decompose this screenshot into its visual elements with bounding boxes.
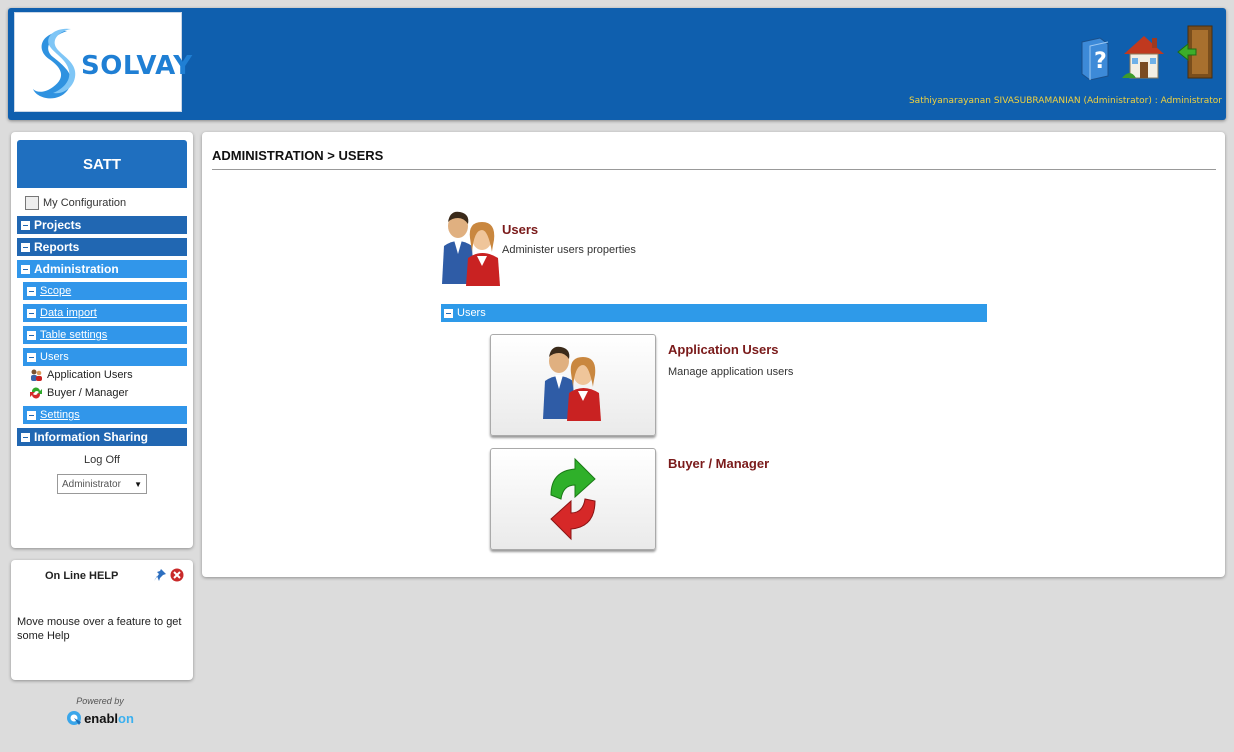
expand-icon (27, 286, 36, 296)
menu-scope-label: Scope (40, 285, 72, 297)
app-header: SOLVAY ? Sathiyanarayanan SIVASUBRAMANIA… (8, 8, 1226, 120)
help-icon[interactable]: ? (1078, 36, 1112, 80)
section-title: Users (502, 222, 539, 237)
menu-administration-label: Administration (34, 262, 119, 276)
main-panel: ADMINISTRATION > USERS Users Administer … (202, 132, 1225, 577)
menu-settings[interactable]: Settings (23, 406, 187, 424)
sidebar-title: SATT (17, 140, 187, 188)
application-users-tile[interactable] (490, 334, 656, 436)
expand-icon (21, 220, 30, 230)
online-help-panel: On Line HELP Move mouse over a feature t… (11, 560, 193, 680)
menu-users[interactable]: Users (23, 348, 187, 366)
configuration-icon (25, 196, 39, 210)
solvay-logo[interactable]: SOLVAY (14, 12, 192, 112)
my-configuration-label: My Configuration (43, 197, 127, 209)
menu-projects-label: Projects (34, 218, 82, 232)
enablon-wordmark-prefix: enabl (84, 710, 119, 726)
expand-icon (27, 410, 36, 420)
application-users-description: Manage application users (668, 366, 794, 378)
svg-text:?: ? (1094, 49, 1107, 74)
menu-data-import[interactable]: Data import (23, 304, 187, 322)
collapse-icon (444, 308, 453, 318)
menu-settings-label: Settings (40, 409, 80, 421)
users-group-label: Users (457, 307, 486, 319)
enablon-logo: enablon (60, 710, 140, 726)
users-icon (31, 369, 42, 381)
log-off-link[interactable]: Log Off (11, 454, 193, 466)
menu-projects[interactable]: Projects (17, 216, 187, 234)
enablon-logo-icon (67, 711, 82, 725)
application-users-title[interactable]: Application Users (668, 342, 779, 357)
menu-information-sharing[interactable]: Information Sharing (17, 428, 187, 446)
enablon-wordmark: enablon (84, 711, 134, 726)
expand-icon (21, 242, 30, 252)
breadcrumb: ADMINISTRATION > USERS (212, 148, 1216, 170)
left-navigation: SATT My Configuration Projects Reports A… (11, 132, 193, 548)
menu-data-import-label: Data import (40, 307, 97, 319)
role-select[interactable]: Administrator ▼ (57, 474, 147, 494)
close-icon[interactable] (170, 568, 184, 582)
sidebar-item-label: Application Users (47, 369, 133, 381)
sidebar-item-label: Buyer / Manager (47, 387, 129, 399)
sidebar-item-buyer-manager[interactable]: Buyer / Manager (11, 384, 193, 402)
menu-table-settings[interactable]: Table settings (23, 326, 187, 344)
menu-users-label: Users (40, 351, 69, 363)
sidebar-item-application-users[interactable]: Application Users (11, 366, 193, 384)
role-select-value: Administrator (62, 478, 121, 490)
powered-by-footer: Powered by enablon (60, 696, 140, 726)
collapse-icon (21, 264, 30, 274)
users-icon (442, 211, 500, 286)
buyer-manager-tile[interactable] (490, 448, 656, 550)
section-description: Administer users properties (502, 244, 636, 256)
menu-information-sharing-label: Information Sharing (34, 430, 148, 444)
buyer-manager-title[interactable]: Buyer / Manager (668, 456, 769, 471)
help-panel-title: On Line HELP (45, 570, 119, 582)
users-icon (543, 346, 601, 421)
home-icon[interactable] (1122, 32, 1166, 80)
pin-icon[interactable] (153, 568, 167, 582)
refresh-arrows-icon (30, 387, 42, 399)
current-user-label: Sathiyanarayanan SIVASUBRAMANIAN (Admini… (908, 96, 1222, 106)
menu-reports[interactable]: Reports (17, 238, 187, 256)
brand-name: SOLVAY (81, 51, 193, 81)
header-actions: ? (1078, 14, 1216, 80)
solvay-swirl-icon (33, 28, 76, 99)
expand-icon (27, 308, 36, 318)
menu-administration[interactable]: Administration (17, 260, 187, 278)
users-group-header[interactable]: Users (441, 304, 987, 322)
enablon-wordmark-suffix: on (118, 710, 134, 726)
menu-table-settings-label: Table settings (40, 329, 108, 341)
dropdown-arrow-icon: ▼ (134, 479, 142, 489)
help-panel-text: Move mouse over a feature to get some He… (17, 616, 182, 642)
expand-icon (27, 330, 36, 340)
menu-reports-label: Reports (34, 240, 80, 254)
collapse-icon (27, 352, 36, 362)
logout-door-icon[interactable] (1176, 24, 1216, 80)
my-configuration-link[interactable]: My Configuration (11, 194, 193, 212)
menu-scope[interactable]: Scope (23, 282, 187, 300)
refresh-arrows-icon (550, 457, 596, 541)
powered-by-label: Powered by (76, 696, 124, 706)
expand-icon (21, 432, 30, 442)
